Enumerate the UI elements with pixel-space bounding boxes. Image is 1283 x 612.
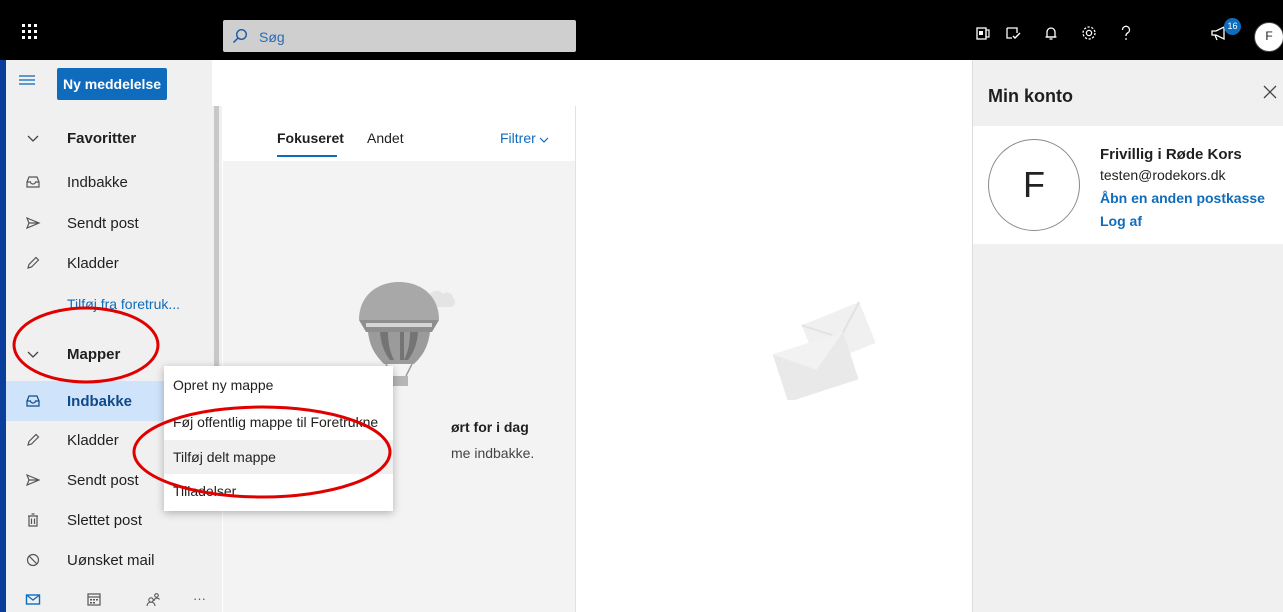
search-input[interactable]: Søg — [259, 29, 285, 45]
inbox-icon — [25, 393, 41, 409]
menu-item-permissions[interactable]: Tilladelser — [164, 474, 393, 508]
tab-other[interactable]: Andet — [367, 130, 404, 146]
open-other-mailbox-link[interactable]: Åbn en anden postkasse — [1100, 190, 1265, 206]
favorite-label: Sendt post — [67, 215, 139, 232]
folder-label: Slettet post — [67, 512, 143, 529]
hamburger-icon[interactable] — [18, 73, 36, 87]
notification-badge: 16 — [1224, 18, 1241, 35]
envelope-illustration — [770, 300, 880, 400]
menu-item-add-shared-folder[interactable]: Tilføj delt mappe — [164, 440, 393, 474]
folder-label: Indbakke — [67, 393, 133, 410]
pane-divider — [575, 106, 576, 612]
pencil-icon — [25, 432, 41, 448]
blocked-icon — [25, 552, 41, 568]
todo-icon[interactable] — [1004, 24, 1022, 42]
calendar-icon[interactable] — [86, 591, 102, 607]
filter-button[interactable]: Filtrer — [500, 130, 536, 146]
send-icon — [25, 215, 41, 231]
add-favorite-link[interactable]: Tilføj fra foretruk... — [67, 296, 180, 312]
folders-label: Mapper — [67, 346, 121, 363]
account-panel-title: Min konto — [988, 86, 1073, 106]
app-launcher-icon[interactable] — [18, 22, 42, 42]
more-icon[interactable]: ··· — [193, 591, 213, 607]
help-icon[interactable] — [1117, 24, 1135, 42]
tab-focused-underline — [277, 155, 337, 157]
send-icon — [25, 472, 41, 488]
favorite-item-drafts[interactable]: Kladder — [6, 243, 212, 283]
message-list: Fokuseret Andet Filtrer ørt for i dag me… — [223, 106, 575, 612]
folder-label: Uønsket mail — [67, 552, 155, 569]
chevron-down-icon — [25, 346, 41, 362]
sign-out-link[interactable]: Log af — [1100, 213, 1142, 229]
favorites-header[interactable]: Favoritter — [6, 118, 212, 158]
empty-state-subtitle: me indbakke. — [451, 445, 535, 461]
scrollbar-thumb[interactable] — [214, 106, 219, 406]
favorite-label: Indbakke — [67, 174, 128, 191]
bell-icon[interactable] — [1042, 24, 1060, 42]
favorites-label: Favoritter — [67, 130, 137, 147]
new-message-button[interactable]: Ny meddelelse — [57, 68, 167, 100]
account-email: testen@rodekors.dk — [1100, 167, 1226, 183]
favorite-item-sent[interactable]: Sendt post — [6, 203, 212, 243]
folder-item-junk[interactable]: Uønsket mail — [6, 540, 212, 580]
folder-label: Kladder — [67, 432, 119, 449]
inbox-icon — [25, 174, 41, 190]
menu-item-new-folder[interactable]: Opret ny mappe — [164, 368, 393, 402]
pencil-icon — [25, 255, 41, 271]
trash-icon — [25, 512, 41, 528]
people-icon[interactable] — [145, 591, 161, 607]
close-icon[interactable] — [1263, 85, 1277, 99]
account-name: Frivillig i Røde Kors — [1100, 146, 1242, 163]
menu-item-add-public-folder[interactable]: Føj offentlig mappe til Foretrukne — [164, 405, 393, 439]
folder-context-menu: Opret ny mappe Føj offentlig mappe til F… — [164, 366, 393, 511]
office-icon[interactable] — [974, 24, 992, 42]
favorite-label: Kladder — [67, 255, 119, 272]
folder-label: Sendt post — [67, 472, 139, 489]
account-card-avatar: F — [988, 139, 1080, 231]
gear-icon[interactable] — [1080, 24, 1098, 42]
mail-icon[interactable] — [25, 591, 41, 607]
chevron-down-icon — [25, 130, 41, 146]
nav-scrollbar[interactable] — [212, 106, 222, 612]
search-box[interactable]: Søg — [223, 20, 576, 52]
empty-state-title: ørt for i dag — [451, 419, 529, 435]
chevron-down-icon[interactable] — [539, 136, 549, 144]
search-icon — [232, 28, 248, 44]
tab-focused[interactable]: Fokuseret — [277, 130, 344, 146]
account-avatar[interactable]: F — [1254, 22, 1283, 52]
favorite-item-inbox[interactable]: Indbakke — [6, 162, 212, 202]
